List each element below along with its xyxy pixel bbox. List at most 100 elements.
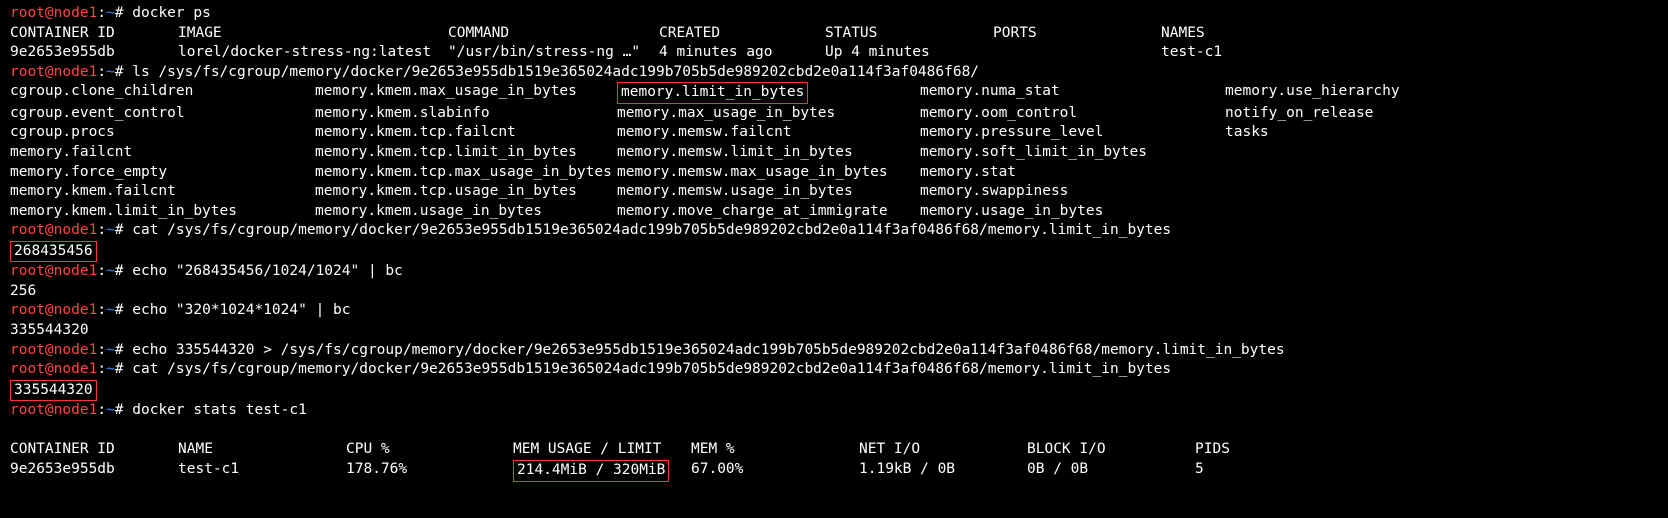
stats-data-row: 9e2653e955db test-c1 178.76% 214.4MiB / … [10, 460, 1658, 482]
file-item: memory.force_empty [10, 163, 315, 183]
prompt-line: root@node1:~# echo "268435456/1024/1024"… [10, 262, 1658, 282]
highlight-box: 268435456 [10, 241, 97, 263]
file-item: memory.numa_stat [920, 82, 1225, 104]
ps-hdr-status: STATUS [825, 24, 993, 44]
prompt-path: ~ [106, 361, 115, 377]
prompt-sep: : [97, 402, 106, 418]
prompt-userhost: root@node1 [10, 302, 97, 318]
file-item: memory.oom_control [920, 104, 1225, 124]
stats-cell-mem-pct: 67.00% [691, 460, 859, 482]
prompt-sep: : [97, 361, 106, 377]
output-line: 335544320 [10, 380, 1658, 402]
highlight-box: 335544320 [10, 380, 97, 402]
prompt-hash: # [115, 64, 132, 80]
blank-line [10, 421, 1658, 441]
cmd-echo-calc2: echo "320*1024*1024" | bc [132, 302, 350, 318]
prompt-sep: : [97, 263, 106, 279]
highlight-box: 214.4MiB / 320MiB [513, 460, 669, 482]
terminal[interactable]: root@node1:~# docker ps CONTAINER ID IMA… [10, 4, 1658, 482]
stats-cell-id: 9e2653e955db [10, 460, 178, 482]
stats-cell-pids: 5 [1195, 460, 1345, 482]
ps-hdr-ports: PORTS [993, 24, 1161, 44]
file-item [1225, 143, 1525, 163]
file-item: memory.stat [920, 163, 1225, 183]
file-item: memory.failcnt [10, 143, 315, 163]
prompt-sep: : [97, 5, 106, 21]
file-item: memory.kmem.failcnt [10, 182, 315, 202]
file-item: memory.kmem.tcp.failcnt [315, 123, 617, 143]
prompt-userhost: root@node1 [10, 64, 97, 80]
cmd-docker-ps: docker ps [132, 5, 211, 21]
file-item: tasks [1225, 123, 1525, 143]
prompt-sep: : [97, 64, 106, 80]
file-item [1225, 163, 1525, 183]
stats-hdr-mem-pct: MEM % [691, 440, 859, 460]
prompt-userhost: root@node1 [10, 5, 97, 21]
file-item: memory.limit_in_bytes [617, 82, 920, 104]
ls-row: memory.failcnt memory.kmem.tcp.limit_in_… [10, 143, 1658, 163]
ps-hdr-image: IMAGE [178, 24, 448, 44]
prompt-hash: # [115, 222, 132, 238]
ps-cell-names: test-c1 [1161, 43, 1311, 63]
prompt-line: root@node1:~# echo "320*1024*1024" | bc [10, 301, 1658, 321]
prompt-line: root@node1:~# docker stats test-c1 [10, 401, 1658, 421]
file-item: memory.memsw.max_usage_in_bytes [617, 163, 920, 183]
file-item: memory.memsw.failcnt [617, 123, 920, 143]
file-item: cgroup.procs [10, 123, 315, 143]
prompt-path: ~ [106, 5, 115, 21]
ps-cell-status: Up 4 minutes [825, 43, 993, 63]
ps-cell-ports [993, 43, 1161, 63]
file-item: memory.kmem.tcp.usage_in_bytes [315, 182, 617, 202]
ps-data-row: 9e2653e955db lorel/docker-stress-ng:late… [10, 43, 1658, 63]
ps-hdr-names: NAMES [1161, 24, 1311, 44]
stats-hdr-name: NAME [178, 440, 346, 460]
cmd-cat-limit2: cat /sys/fs/cgroup/memory/docker/9e2653e… [132, 361, 1171, 377]
file-item: memory.kmem.tcp.max_usage_in_bytes [315, 163, 617, 183]
prompt-path: ~ [106, 222, 115, 238]
ps-cell-image: lorel/docker-stress-ng:latest [178, 43, 448, 63]
ps-hdr-command: COMMAND [448, 24, 659, 44]
prompt-hash: # [115, 342, 132, 358]
file-item: memory.kmem.slabinfo [315, 104, 617, 124]
prompt-hash: # [115, 361, 132, 377]
prompt-line: root@node1:~# echo 335544320 > /sys/fs/c… [10, 341, 1658, 361]
cmd-ls-cgroup: ls /sys/fs/cgroup/memory/docker/9e2653e9… [132, 64, 979, 80]
prompt-line: root@node1:~# cat /sys/fs/cgroup/memory/… [10, 221, 1658, 241]
prompt-hash: # [115, 302, 132, 318]
prompt-userhost: root@node1 [10, 342, 97, 358]
prompt-line: root@node1:~# cat /sys/fs/cgroup/memory/… [10, 360, 1658, 380]
file-item: cgroup.event_control [10, 104, 315, 124]
file-item: memory.use_hierarchy [1225, 82, 1525, 104]
prompt-hash: # [115, 5, 132, 21]
stats-hdr-netio: NET I/O [859, 440, 1027, 460]
ps-cell-created: 4 minutes ago [659, 43, 825, 63]
file-item: memory.soft_limit_in_bytes [920, 143, 1225, 163]
ls-row: cgroup.procs memory.kmem.tcp.failcnt mem… [10, 123, 1658, 143]
ls-row: memory.kmem.limit_in_bytes memory.kmem.u… [10, 202, 1658, 222]
output-line: 268435456 [10, 241, 1658, 263]
ps-hdr-created: CREATED [659, 24, 825, 44]
file-item: memory.move_charge_at_immigrate [617, 202, 920, 222]
output-line: 335544320 [10, 321, 1658, 341]
ps-cell-command: "/usr/bin/stress-ng …" [448, 43, 659, 63]
ls-row: memory.force_empty memory.kmem.tcp.max_u… [10, 163, 1658, 183]
ls-row: cgroup.event_control memory.kmem.slabinf… [10, 104, 1658, 124]
file-item: memory.usage_in_bytes [920, 202, 1225, 222]
prompt-hash: # [115, 263, 132, 279]
file-item: memory.kmem.max_usage_in_bytes [315, 82, 617, 104]
prompt-path: ~ [106, 302, 115, 318]
file-item: memory.memsw.usage_in_bytes [617, 182, 920, 202]
file-item: memory.kmem.tcp.limit_in_bytes [315, 143, 617, 163]
prompt-sep: : [97, 342, 106, 358]
file-item: cgroup.clone_children [10, 82, 315, 104]
cmd-echo-calc1: echo "268435456/1024/1024" | bc [132, 263, 403, 279]
prompt-userhost: root@node1 [10, 222, 97, 238]
ls-row: memory.kmem.failcnt memory.kmem.tcp.usag… [10, 182, 1658, 202]
file-item: memory.kmem.limit_in_bytes [10, 202, 315, 222]
stats-hdr-mem-usage: MEM USAGE / LIMIT [513, 440, 691, 460]
prompt-line: root@node1:~# ls /sys/fs/cgroup/memory/d… [10, 63, 1658, 83]
cmd-cat-limit1: cat /sys/fs/cgroup/memory/docker/9e2653e… [132, 222, 1171, 238]
stats-cell-cpu: 178.76% [346, 460, 513, 482]
file-item: notify_on_release [1225, 104, 1525, 124]
prompt-path: ~ [106, 64, 115, 80]
